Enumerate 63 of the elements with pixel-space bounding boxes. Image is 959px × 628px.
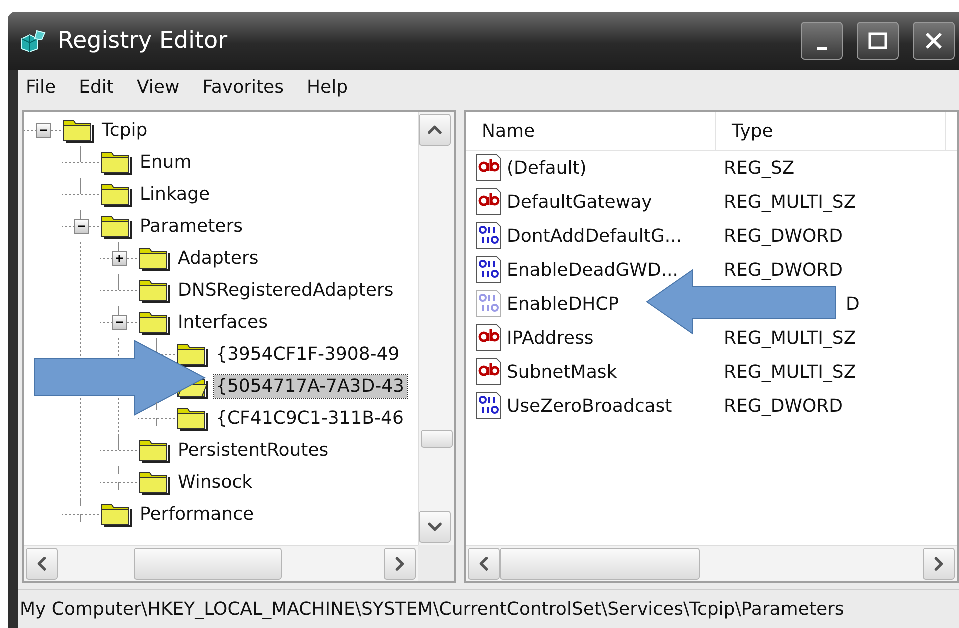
scroll-right-button[interactable] xyxy=(923,548,955,580)
status-bar-path: My Computer\HKEY_LOCAL_MACHINE\SYSTEM\CurrentControlSet\Services\Tcpip\Parameters xyxy=(20,598,844,620)
tree-line xyxy=(118,402,119,434)
tree-item[interactable]: Tcpip xyxy=(100,118,150,142)
registry-icon xyxy=(20,29,48,53)
value-type: REG_DWORD xyxy=(724,260,844,280)
value-type: REG_DWORD xyxy=(724,396,844,416)
value-name[interactable]: DefaultGateway xyxy=(507,192,652,212)
value-name[interactable]: EnableDeadGWD... xyxy=(507,260,678,280)
window-title: Registry Editor xyxy=(58,28,229,54)
maximize-icon xyxy=(868,32,888,50)
value-name[interactable]: EnableDHCP xyxy=(507,294,620,314)
horizontal-scrollbar[interactable] xyxy=(466,545,957,581)
menu-item[interactable]: View xyxy=(132,76,191,98)
value-type: REG_MULTI_SZ xyxy=(724,192,856,212)
minimize-button[interactable] xyxy=(801,22,843,60)
value-name[interactable]: SubnetMask xyxy=(507,362,618,382)
scrollbar-corner xyxy=(418,545,454,581)
tree-item[interactable]: {3954CF1F-3908-49 xyxy=(214,342,402,366)
tree-item[interactable]: Linkage xyxy=(138,182,212,206)
value-name[interactable]: (Default) xyxy=(507,158,587,178)
tree-item[interactable]: Interfaces xyxy=(176,310,270,334)
value-type: REG_MULTI_SZ xyxy=(724,328,856,348)
tree-item[interactable]: Performance xyxy=(138,502,256,526)
value-type: REG_SZ xyxy=(724,158,795,178)
value-name[interactable]: IPAddress xyxy=(507,328,594,348)
horizontal-scrollbar[interactable] xyxy=(24,545,418,581)
scroll-right-button[interactable] xyxy=(384,548,416,580)
menu-item[interactable]: File xyxy=(22,76,68,98)
expand-icon[interactable] xyxy=(112,250,126,266)
minimize-icon xyxy=(817,46,827,50)
close-icon xyxy=(924,31,944,51)
scroll-thumb[interactable] xyxy=(500,548,700,580)
tree-item[interactable]: Winsock xyxy=(176,470,255,494)
collapse-icon[interactable] xyxy=(112,314,126,330)
collapse-icon[interactable] xyxy=(36,122,50,138)
value-type: D xyxy=(846,294,860,314)
menu-item[interactable]: Edit xyxy=(75,76,125,98)
tree-item[interactable]: Parameters xyxy=(138,214,246,238)
tree-item[interactable]: Adapters xyxy=(176,246,261,270)
scroll-left-button[interactable] xyxy=(26,548,58,580)
value-type: REG_MULTI_SZ xyxy=(724,362,856,382)
tree-item[interactable]: DNSRegisteredAdapters xyxy=(176,278,396,302)
collapse-icon[interactable] xyxy=(74,218,88,234)
scroll-thumb[interactable] xyxy=(421,430,453,448)
menu-item[interactable]: Favorites xyxy=(198,76,296,98)
tree-item[interactable]: {5054717A-7A3D-43 xyxy=(214,374,407,398)
value-type: REG_DWORD xyxy=(724,226,844,246)
maximize-button[interactable] xyxy=(857,22,899,60)
scroll-down-button[interactable] xyxy=(419,511,451,543)
scroll-thumb[interactable] xyxy=(134,548,282,580)
value-name[interactable]: DontAddDefaultG... xyxy=(507,226,682,246)
scroll-left-button[interactable] xyxy=(468,548,500,580)
close-button[interactable] xyxy=(913,22,955,60)
column-header[interactable]: Name xyxy=(466,112,716,150)
value-name[interactable]: UseZeroBroadcast xyxy=(507,396,672,416)
scroll-up-button[interactable] xyxy=(419,114,451,146)
column-header[interactable]: Type xyxy=(716,112,946,150)
menu-item[interactable]: Help xyxy=(303,76,360,98)
tree-item[interactable]: Enum xyxy=(138,150,194,174)
tree-item[interactable]: PersistentRoutes xyxy=(176,438,331,462)
tree-item[interactable]: {CF41C9C1-311B-46 xyxy=(214,406,406,430)
vertical-scrollbar[interactable] xyxy=(418,112,454,545)
